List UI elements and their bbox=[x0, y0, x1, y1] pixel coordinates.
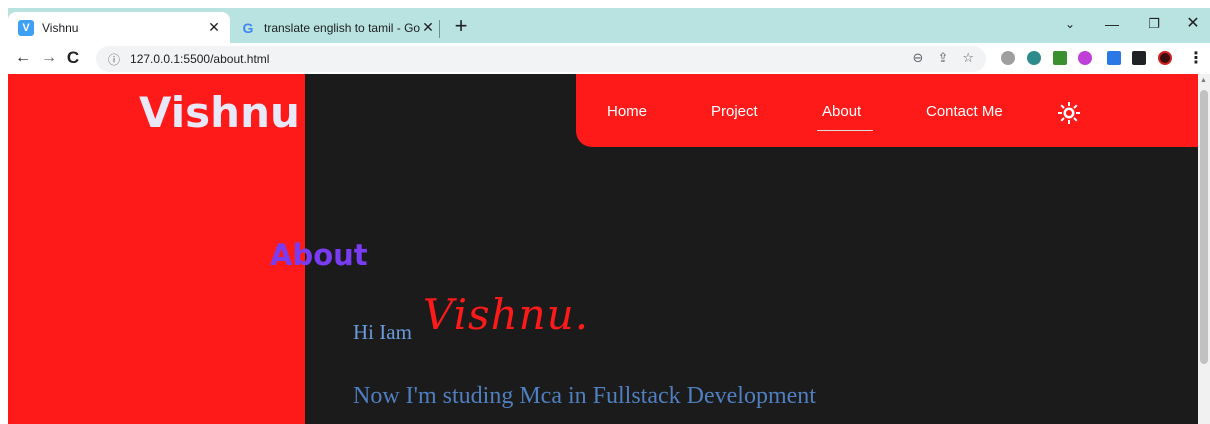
profile-avatar[interactable] bbox=[1158, 51, 1172, 65]
browser-menu-icon[interactable]: ⋮ bbox=[1188, 48, 1204, 68]
nav-link-about[interactable]: About bbox=[822, 103, 861, 120]
nav-link-project[interactable]: Project bbox=[711, 103, 758, 120]
study-text: Now I'm studing Mca in Fullstack Develop… bbox=[353, 383, 816, 409]
extension-icon[interactable] bbox=[1078, 51, 1092, 65]
vertical-scrollbar[interactable]: ▲ bbox=[1198, 74, 1210, 424]
scroll-up-arrow-icon[interactable]: ▲ bbox=[1200, 77, 1207, 84]
site-info-icon[interactable]: ⓘ bbox=[108, 51, 120, 68]
page-viewport: Vishnu Home Project About Contact Me Abo… bbox=[8, 74, 1198, 424]
nav-link-contact[interactable]: Contact Me bbox=[926, 103, 1003, 120]
restore-button[interactable]: ❐ bbox=[1134, 12, 1174, 36]
minimize-button[interactable]: — bbox=[1092, 12, 1132, 36]
extension-icon[interactable] bbox=[1001, 51, 1015, 65]
scrollbar-thumb[interactable] bbox=[1200, 90, 1208, 364]
forward-button[interactable]: → bbox=[38, 47, 60, 69]
nav-link-home[interactable]: Home bbox=[607, 103, 647, 120]
address-bar[interactable]: ⓘ 127.0.0.1:5500/about.html ⊖ ⇪ ☆ bbox=[96, 46, 986, 72]
bookmark-star-icon[interactable]: ☆ bbox=[962, 50, 974, 66]
reload-button[interactable]: C bbox=[62, 47, 84, 69]
greeting-text: Hi Iam bbox=[353, 320, 412, 344]
new-tab-button[interactable]: + bbox=[448, 14, 474, 40]
omnibox-actions: ⊖ ⇪ ☆ bbox=[913, 50, 974, 66]
tab-google-translate[interactable]: G translate english to tamil - Googl ✕ bbox=[232, 12, 444, 43]
extension-icon[interactable] bbox=[1027, 51, 1041, 65]
extension-icon[interactable] bbox=[1107, 51, 1121, 65]
zoom-icon[interactable]: ⊖ bbox=[913, 50, 924, 66]
back-button[interactable]: ← bbox=[12, 47, 34, 69]
close-window-button[interactable]: ✕ bbox=[1173, 12, 1210, 36]
share-icon[interactable]: ⇪ bbox=[937, 50, 948, 66]
active-nav-underline bbox=[817, 130, 873, 131]
tab-divider bbox=[439, 20, 440, 38]
site-logo[interactable]: Vishnu bbox=[139, 88, 300, 137]
tab-strip: V Vishnu ✕ G translate english to tamil … bbox=[8, 8, 1210, 43]
browser-chrome: V Vishnu ✕ G translate english to tamil … bbox=[8, 8, 1210, 74]
tab-vishnu[interactable]: V Vishnu ✕ bbox=[8, 12, 230, 43]
tab-search-icon[interactable]: ⌄ bbox=[1050, 12, 1090, 36]
extension-icon[interactable] bbox=[1053, 51, 1067, 65]
address-url: 127.0.0.1:5500/about.html bbox=[130, 52, 270, 66]
browser-toolbar: ← → C ⓘ 127.0.0.1:5500/about.html ⊖ ⇪ ☆ … bbox=[8, 43, 1210, 74]
sun-icon[interactable] bbox=[1057, 101, 1081, 125]
google-favicon-icon: G bbox=[242, 19, 254, 36]
tab-title: Vishnu bbox=[42, 20, 79, 35]
tab-title: translate english to tamil - Googl bbox=[264, 20, 420, 35]
main-navbar: Home Project About Contact Me bbox=[576, 74, 1198, 147]
about-heading: About bbox=[270, 238, 368, 272]
vishnu-favicon-icon: V bbox=[18, 19, 34, 36]
tab-close-icon[interactable]: ✕ bbox=[420, 19, 436, 36]
name-text: Vishnu. bbox=[423, 290, 590, 339]
tab-close-icon[interactable]: ✕ bbox=[206, 19, 222, 36]
extensions-puzzle-icon[interactable] bbox=[1132, 51, 1146, 65]
